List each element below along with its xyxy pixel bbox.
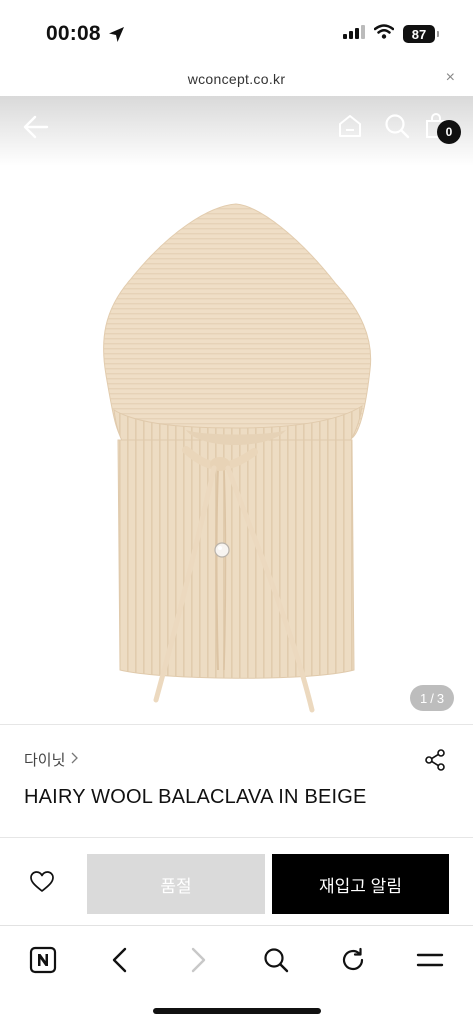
url-domain[interactable]: wconcept.co.kr (0, 71, 473, 87)
soldout-button[interactable]: 품절 (87, 854, 265, 914)
share-icon[interactable] (423, 748, 447, 777)
purchase-action-bar: 품절 재입고 알림 (0, 838, 473, 926)
product-gallery[interactable]: 0 1 / 3 (0, 96, 473, 724)
status-indicators: 87 (343, 24, 439, 44)
battery-indicator: 87 (403, 25, 439, 43)
menu-icon[interactable] (412, 942, 448, 978)
pager-current: 1 (419, 690, 428, 706)
pager-separator: / (430, 690, 434, 706)
product-image (90, 200, 380, 724)
product-name: HAIRY WOOL BALACLAVA IN BEIGE (24, 786, 367, 808)
home-icon[interactable] (337, 113, 363, 144)
refresh-icon[interactable] (335, 942, 371, 978)
naver-logo-icon[interactable] (25, 942, 61, 978)
close-icon[interactable]: × (446, 69, 455, 87)
chevron-right-icon (71, 751, 79, 768)
brand-link[interactable]: 다이닛 (24, 749, 79, 770)
home-indicator (153, 1008, 321, 1014)
url-bar[interactable]: wconcept.co.kr × (0, 62, 473, 96)
back-icon[interactable] (102, 942, 138, 978)
wifi-icon (373, 24, 395, 44)
forward-icon[interactable] (180, 942, 216, 978)
product-info: 다이닛 HAIRY WOOL BALACLAVA IN BEIGE (0, 724, 473, 838)
image-pager: 1 / 3 (410, 685, 454, 711)
brand-name[interactable]: 다이닛 (24, 749, 65, 770)
location-arrow-icon (108, 26, 125, 48)
status-time: 00:08 (46, 22, 101, 45)
search-icon[interactable] (384, 113, 410, 144)
restock-alert-button[interactable]: 재입고 알림 (272, 854, 449, 914)
pager-total: 3 (436, 690, 445, 706)
back-arrow-icon[interactable] (22, 113, 50, 146)
status-bar: 00:08 87 (0, 0, 473, 62)
signal-icon (343, 24, 365, 44)
search-icon[interactable] (258, 942, 294, 978)
heart-icon[interactable] (29, 870, 55, 899)
cart-count-badge[interactable]: 0 (437, 120, 461, 144)
